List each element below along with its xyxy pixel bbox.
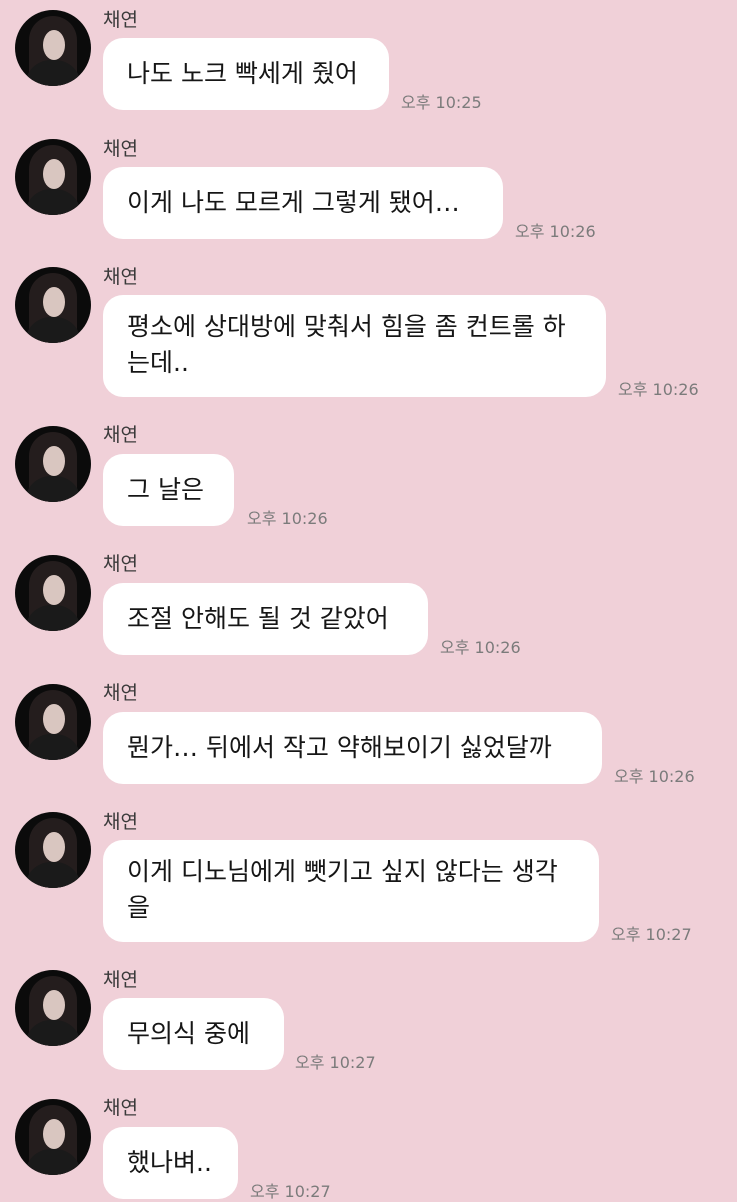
sender-name: 채연: [103, 424, 138, 446]
timestamp: 오후 10:27: [295, 1053, 376, 1072]
message-line: 이게 디노님에게 뺏기고 싶지 않다는 생각: [127, 857, 558, 886]
sender-name: 채연: [103, 969, 138, 991]
sender-name: 채연: [103, 138, 138, 160]
message-bubble[interactable]: 조절 안해도 될 것 같았어: [103, 583, 428, 655]
timestamp: 오후 10:26: [614, 767, 695, 786]
timestamp: 오후 10:26: [515, 222, 596, 241]
message-bubble[interactable]: 했나벼..: [103, 1127, 238, 1199]
avatar[interactable]: [15, 684, 91, 760]
message-bubble[interactable]: 무의식 중에: [103, 998, 284, 1070]
message-bubble[interactable]: 이게 디노님에게 뺏기고 싶지 않다는 생각 을: [103, 840, 599, 942]
message-line: 는데..: [127, 348, 189, 377]
avatar[interactable]: [15, 139, 91, 215]
avatar[interactable]: [15, 267, 91, 343]
timestamp: 오후 10:25: [401, 93, 482, 112]
sender-name: 채연: [103, 553, 138, 575]
message-bubble[interactable]: 나도 노크 빡세게 줬어: [103, 38, 389, 110]
sender-name: 채연: [103, 266, 138, 288]
timestamp: 오후 10:27: [250, 1182, 331, 1201]
message-bubble[interactable]: 평소에 상대방에 맞춰서 힘을 좀 컨트롤 하 는데..: [103, 295, 606, 397]
message-line: 평소에 상대방에 맞춰서 힘을 좀 컨트롤 하: [127, 312, 566, 341]
message-bubble[interactable]: 그 날은: [103, 454, 234, 526]
message-bubble[interactable]: 뭔가… 뒤에서 작고 약해보이기 싫었달까: [103, 712, 602, 784]
avatar[interactable]: [15, 555, 91, 631]
timestamp: 오후 10:26: [440, 638, 521, 657]
sender-name: 채연: [103, 9, 138, 31]
sender-name: 채연: [103, 682, 138, 704]
avatar[interactable]: [15, 970, 91, 1046]
avatar[interactable]: [15, 812, 91, 888]
timestamp: 오후 10:26: [247, 509, 328, 528]
timestamp: 오후 10:27: [611, 925, 692, 944]
avatar[interactable]: [15, 1099, 91, 1175]
avatar[interactable]: [15, 10, 91, 86]
sender-name: 채연: [103, 811, 138, 833]
message-line: 을: [127, 893, 151, 922]
timestamp: 오후 10:26: [618, 380, 699, 399]
sender-name: 채연: [103, 1097, 138, 1119]
message-bubble[interactable]: 이게 나도 모르게 그렇게 됐어…: [103, 167, 503, 239]
avatar[interactable]: [15, 426, 91, 502]
